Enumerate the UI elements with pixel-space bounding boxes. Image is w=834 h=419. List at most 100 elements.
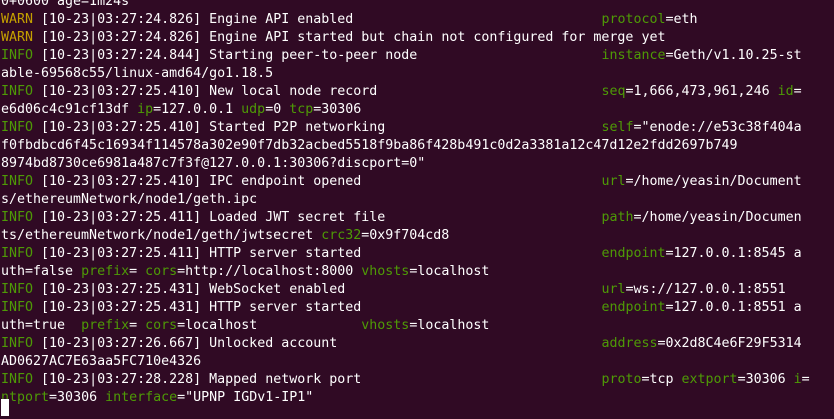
log-level: INFO: [1, 372, 34, 387]
log-line: ts/ethereumNetwork/node1/geth/jwtsecret …: [1, 227, 449, 245]
log-continuation: =: [129, 264, 146, 279]
log-message: IPC endpoint opened: [209, 174, 490, 189]
log-key: cors: [145, 318, 178, 333]
log-equals: =: [665, 246, 674, 261]
log-level: INFO: [1, 174, 34, 189]
log-line: uth=false prefix= cors=http://localhost:…: [1, 263, 489, 281]
log-timestamp: [10-23|03:27:24.844]: [33, 48, 210, 63]
log-equals: =: [793, 84, 802, 99]
log-equals: =: [801, 372, 810, 387]
log-padding: [489, 336, 601, 351]
log-continuation: AD0627AC7E63aa5FC710e4326: [1, 354, 202, 369]
log-key: url: [601, 174, 626, 189]
log-message: Unlocked account: [209, 336, 490, 351]
log-line: INFO [10-23|03:27:25.431] HTTP server st…: [1, 299, 802, 317]
log-line: INFO [10-23|03:27:25.410] Started P2P ne…: [1, 119, 802, 137]
log-line: INFO [10-23|03:27:25.410] IPC endpoint o…: [1, 173, 802, 191]
log-key: vhosts: [361, 318, 410, 333]
log-continuation: e6d06c4c91cf13df: [1, 102, 138, 117]
log-continuation: uth=true: [1, 318, 82, 333]
log-value: /home/yeasin/Documen: [641, 210, 802, 225]
log-continuation: =localhost: [177, 318, 362, 333]
log-key: extport: [681, 372, 738, 387]
log-timestamp: [10-23|03:27:25.431]: [33, 282, 210, 297]
log-message: Engine API started but chain not configu…: [209, 30, 666, 45]
log-line: 8974bd8730ce6981a487c7f3f@127.0.0.1:3030…: [1, 155, 425, 173]
log-message: Loaded JWT secret file: [209, 210, 490, 225]
log-value: 1,666,473,961,246: [633, 84, 778, 99]
log-timestamp: [10-23|03:27:25.410]: [33, 174, 210, 189]
log-equals: =: [737, 372, 746, 387]
log-level: INFO: [1, 246, 34, 261]
log-line: 0+0600 age=1m24s: [1, 0, 129, 11]
log-equals: =: [665, 12, 674, 27]
log-equals: =: [665, 48, 674, 63]
log-value: ws://127.0.0.1:8551: [633, 282, 786, 297]
log-line: WARN [10-23|03:27:24.826] Engine API sta…: [1, 29, 665, 47]
log-key: prefix: [81, 318, 130, 333]
log-value: tcp: [649, 372, 682, 387]
log-continuation: =localhost: [409, 264, 490, 279]
log-timestamp: [10-23|03:27:24.826]: [33, 30, 210, 45]
log-continuation: f0fbdbcd6f45c16934f114578a302e90f7db32ac…: [1, 138, 738, 153]
log-continuation: uth=false: [1, 264, 82, 279]
log-message: HTTP server started: [209, 300, 490, 315]
log-level: INFO: [1, 120, 34, 135]
log-message: Engine API enabled: [209, 12, 490, 27]
log-continuation: s/ethereumNetwork/node1/geth.ipc: [1, 192, 258, 207]
log-continuation: 0+0600 age=1m24s: [1, 0, 130, 9]
log-key: interface: [105, 390, 178, 405]
log-message: WebSocket enabled: [209, 282, 490, 297]
log-timestamp: [10-23|03:27:24.826]: [33, 12, 210, 27]
log-line: AD0627AC7E63aa5FC710e4326: [1, 353, 201, 371]
log-equals: =: [657, 336, 666, 351]
log-padding: [489, 210, 601, 225]
log-line: INFO [10-23|03:27:28.228] Mapped network…: [1, 371, 810, 389]
log-continuation: ="UPNP IGDv1-IP1": [177, 390, 314, 405]
log-key: prefix: [81, 264, 130, 279]
log-level: INFO: [1, 84, 34, 99]
log-level: INFO: [1, 336, 34, 351]
log-level: INFO: [1, 210, 34, 225]
log-line: able-69568c55/linux-amd64/go1.18.5: [1, 65, 273, 83]
log-equals: =: [665, 300, 674, 315]
log-value: /home/yeasin/Document: [633, 174, 802, 189]
log-line: INFO [10-23|03:27:24.844] Starting peer-…: [1, 47, 802, 65]
log-padding: [489, 48, 601, 63]
log-timestamp: [10-23|03:27:25.410]: [33, 120, 210, 135]
log-continuation: =30306: [313, 102, 362, 117]
log-line: INFO [10-23|03:27:25.411] Loaded JWT sec…: [1, 209, 802, 227]
log-line: INFO [10-23|03:27:25.411] HTTP server st…: [1, 245, 802, 263]
log-key: address: [601, 336, 658, 351]
log-continuation: =127.0.0.1: [153, 102, 242, 117]
log-key: i: [793, 372, 802, 387]
log-value: eth: [673, 12, 698, 27]
log-timestamp: [10-23|03:27:26.667]: [33, 336, 210, 351]
log-value: "enode://e53c38f404a: [641, 120, 802, 135]
log-message: Starting peer-to-peer node: [209, 48, 490, 63]
log-line: s/ethereumNetwork/node1/geth.ipc: [1, 191, 257, 209]
log-key: seq: [601, 84, 626, 99]
log-key: vhosts: [361, 264, 410, 279]
terminal-cursor: [1, 399, 9, 416]
log-timestamp: [10-23|03:27:25.431]: [33, 300, 210, 315]
log-message: Started P2P networking: [209, 120, 490, 135]
log-line: e6d06c4c91cf13df ip=127.0.0.1 udp=0 tcp=…: [1, 101, 361, 119]
log-continuation: 8974bd8730ce6981a487c7f3f@127.0.0.1:3030…: [1, 156, 426, 171]
log-key: id: [777, 84, 794, 99]
log-key: path: [601, 210, 634, 225]
log-line: uth=true prefix= cors=localhost vhosts=l…: [1, 317, 489, 335]
log-continuation: able-69568c55/linux-amd64/go1.18.5: [1, 66, 274, 81]
log-padding: [489, 12, 601, 27]
log-continuation: =localhost: [409, 318, 490, 333]
log-timestamp: [10-23|03:27:25.411]: [33, 246, 210, 261]
log-key: self: [601, 120, 634, 135]
log-continuation: =0: [265, 102, 290, 117]
log-line: INFO [10-23|03:27:25.431] WebSocket enab…: [1, 281, 786, 299]
log-key: ip: [137, 102, 154, 117]
log-timestamp: [10-23|03:27:25.411]: [33, 210, 210, 225]
log-padding: [489, 282, 601, 297]
terminal-output[interactable]: 0+0600 age=1m24s WARN [10-23|03:27:24.826…: [0, 0, 834, 419]
log-value: Geth/v1.10.25-st: [673, 48, 802, 63]
log-padding: [489, 84, 601, 99]
